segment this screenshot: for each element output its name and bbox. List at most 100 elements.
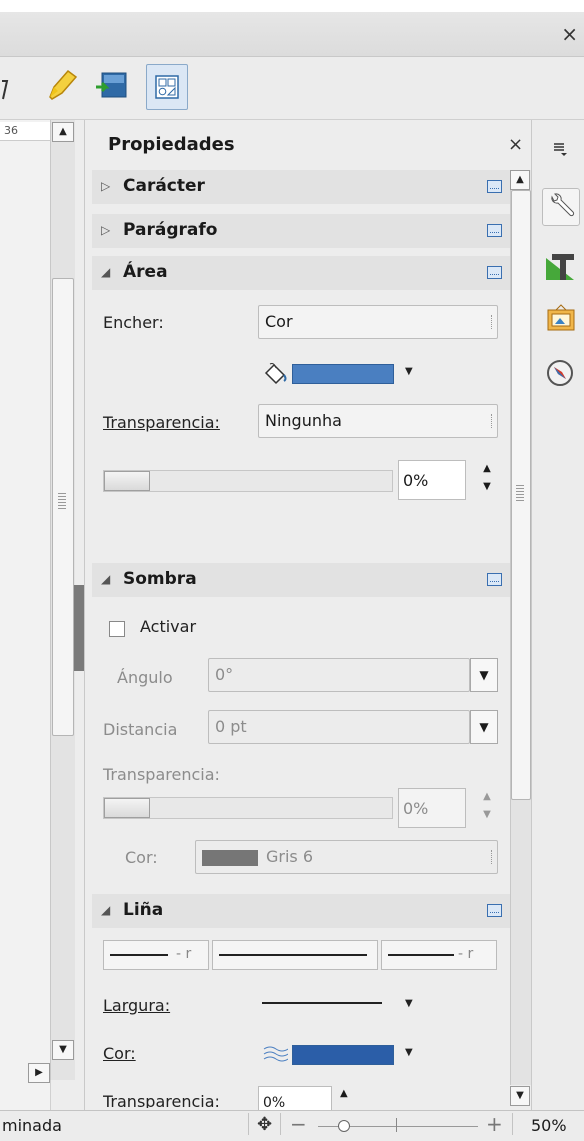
fill-type-select[interactable]: Cor xyxy=(258,305,498,339)
line-color-icon xyxy=(262,1043,289,1065)
scroll-grip-icon xyxy=(516,485,524,501)
collapse-icon: ◢ xyxy=(101,265,111,279)
shadow-transparency-field[interactable]: 0% xyxy=(398,788,466,828)
document-area xyxy=(0,120,51,1110)
zoom-out-button[interactable]: − xyxy=(290,1112,307,1136)
transparency-percent-field[interactable]: 0% xyxy=(398,460,466,500)
line-color-dropdown-icon[interactable]: ▼ xyxy=(405,1047,413,1058)
angle-select[interactable]: 0° xyxy=(208,658,470,692)
transparency-spin-buttons[interactable]: ▲ ▼ xyxy=(476,460,498,500)
fill-color-dropdown-icon[interactable]: ▼ xyxy=(405,366,413,377)
section-lina-header[interactable]: ◢ Liña xyxy=(92,894,510,928)
line-end-arrow-select[interactable]: - r xyxy=(381,940,497,970)
styles-icon[interactable] xyxy=(542,248,578,284)
zoom-in-button[interactable]: + xyxy=(486,1112,503,1136)
shadow-enable-label: Activar xyxy=(140,617,197,636)
highlighter-icon[interactable] xyxy=(44,67,80,105)
scroll-grip-icon xyxy=(58,493,66,509)
transparency-percent-value: 0% xyxy=(403,471,429,490)
shadow-color-value: Gris 6 xyxy=(266,847,314,866)
shadow-color-swatch xyxy=(202,849,258,866)
section-paragrafo-header[interactable]: ▷ Parágrafo xyxy=(92,214,510,248)
distance-label: Distancia xyxy=(103,720,178,739)
window-close-button[interactable]: × xyxy=(561,22,578,46)
transparency-slider[interactable] xyxy=(103,470,393,492)
section-sombra-label: Sombra xyxy=(123,569,197,589)
fill-label: Encher: xyxy=(103,313,164,332)
more-options-icon[interactable] xyxy=(487,573,502,586)
menu-icon[interactable] xyxy=(542,134,578,170)
fill-color-swatch[interactable] xyxy=(292,364,394,384)
panel-scroll-up-icon[interactable]: ▲ xyxy=(510,170,530,190)
move-icon: ✥ xyxy=(257,1114,273,1135)
title-bar xyxy=(0,12,584,57)
shadow-enable-checkbox[interactable] xyxy=(109,621,125,637)
slider-thumb[interactable] xyxy=(104,471,150,491)
status-separator xyxy=(512,1113,513,1135)
panel-close-button[interactable]: × xyxy=(508,134,523,155)
section-lina-label: Liña xyxy=(123,900,164,920)
status-separator xyxy=(280,1113,281,1135)
slider-thumb[interactable] xyxy=(104,798,150,818)
zoom-percent[interactable]: 50% xyxy=(531,1116,567,1135)
navigator-icon[interactable] xyxy=(542,355,578,391)
section-paragrafo-label: Parágrafo xyxy=(123,220,218,240)
line-color-swatch[interactable] xyxy=(292,1045,394,1065)
panel-scroll-down-icon[interactable]: ▼ xyxy=(510,1086,530,1106)
shadow-transparency-slider[interactable] xyxy=(103,797,393,819)
line-width-dropdown-icon[interactable]: ▼ xyxy=(405,998,413,1009)
more-options-icon[interactable] xyxy=(487,224,502,237)
transparency-label: Transparencia: xyxy=(103,413,220,432)
panel-title: Propiedades xyxy=(108,134,235,155)
angle-dropdown-icon[interactable]: ▼ xyxy=(470,658,498,692)
shadow-color-select[interactable]: Gris 6 xyxy=(195,840,498,874)
line-transparency-field[interactable]: 0% xyxy=(258,1086,332,1112)
line-start-arrow-select[interactable]: - r xyxy=(103,940,209,970)
toolbar xyxy=(0,57,584,120)
section-caracter-label: Carácter xyxy=(123,176,205,196)
scroll-right-icon[interactable]: ▶ xyxy=(28,1063,50,1083)
transparency-type-value: Ningunha xyxy=(265,411,342,430)
section-caracter-header[interactable]: ▷ Carácter xyxy=(92,170,510,204)
status-separator xyxy=(248,1113,249,1135)
distance-select[interactable]: 0 pt xyxy=(208,710,470,744)
zoom-slider-knob[interactable] xyxy=(338,1120,350,1132)
zoom-slider-tick xyxy=(396,1118,397,1132)
more-options-icon[interactable] xyxy=(487,180,502,193)
properties-wrench-icon[interactable] xyxy=(542,188,580,226)
expand-icon: ▷ xyxy=(101,179,111,193)
horizontal-ruler: 36 xyxy=(0,122,50,141)
scroll-up-icon[interactable]: ▲ xyxy=(52,122,74,142)
line-transparency-value: 0% xyxy=(263,1095,286,1111)
shadow-transparency-value: 0% xyxy=(403,799,429,818)
shadow-transparency-spin[interactable]: ▲ ▼ xyxy=(476,788,498,828)
shadow-transparency-label: Transparencia: xyxy=(103,765,220,784)
expand-icon: ▷ xyxy=(101,223,111,237)
line-style-select[interactable] xyxy=(212,940,378,970)
distance-dropdown-icon[interactable]: ▼ xyxy=(470,710,498,744)
more-options-icon[interactable] xyxy=(487,904,502,917)
ruler-label: 36 xyxy=(4,124,18,137)
line-width-label: Largura: xyxy=(103,996,171,1015)
section-sombra-header[interactable]: ◢ Sombra xyxy=(92,563,510,597)
more-options-icon[interactable] xyxy=(487,266,502,279)
fill-type-value: Cor xyxy=(265,312,293,331)
transparency-type-select[interactable]: Ningunha xyxy=(258,404,498,438)
sidebar-toggle-button[interactable] xyxy=(146,64,188,110)
status-text: minada xyxy=(2,1116,62,1135)
sidebar-collapse-handle[interactable] xyxy=(74,585,84,671)
gallery-icon[interactable] xyxy=(542,300,578,336)
paint-bucket-icon xyxy=(262,361,290,385)
partial-icon[interactable] xyxy=(0,75,10,113)
line-width-preview[interactable] xyxy=(262,1002,382,1004)
scroll-down-icon[interactable]: ▼ xyxy=(52,1040,74,1060)
insert-frame-icon[interactable] xyxy=(92,67,128,105)
angle-value: 0° xyxy=(215,665,234,684)
window-top-strip xyxy=(0,0,584,12)
collapse-icon: ◢ xyxy=(101,572,111,586)
section-area-header[interactable]: ◢ Área xyxy=(92,256,510,290)
line-transparency-spin[interactable]: ▲ xyxy=(340,1088,348,1099)
shadow-color-label: Cor: xyxy=(125,848,158,867)
line-start-arrow-text: - r xyxy=(176,946,192,962)
line-color-label: Cor: xyxy=(103,1044,136,1063)
